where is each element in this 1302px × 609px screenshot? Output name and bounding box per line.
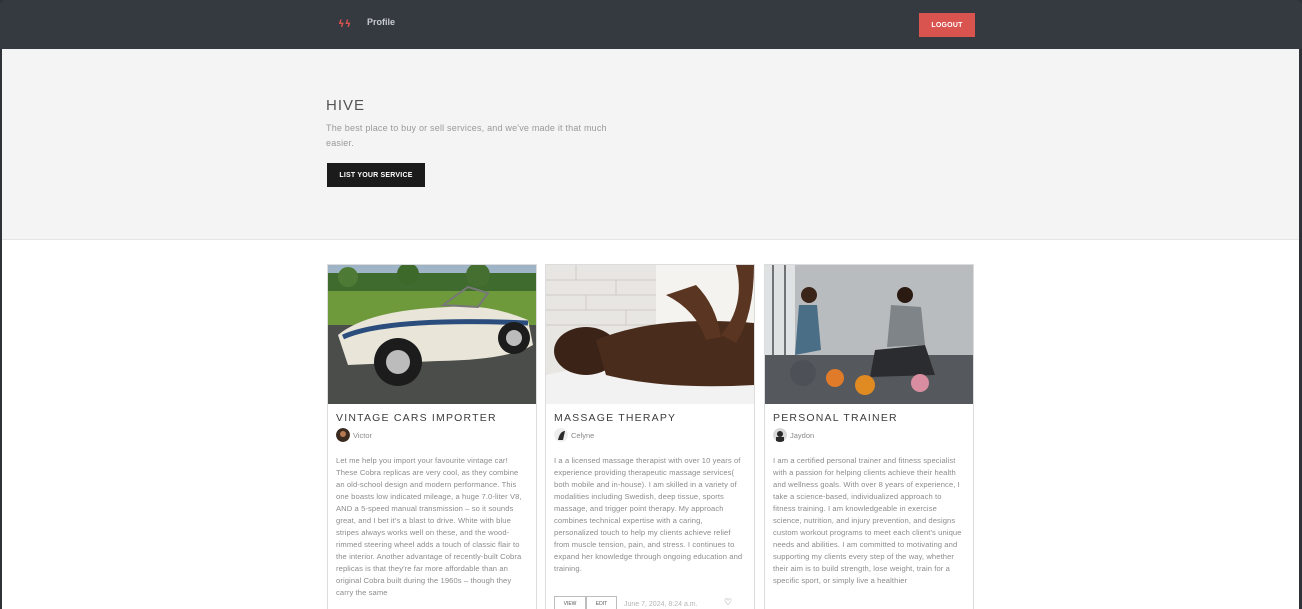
service-card[interactable]: PERSONAL TRAINER Jaydon I am a certified…: [764, 264, 974, 609]
avatar: [336, 428, 350, 442]
author-name[interactable]: Celyne: [571, 431, 594, 440]
card-description: Let me help you import your favourite vi…: [336, 456, 522, 597]
view-button[interactable]: VIEW: [554, 596, 586, 609]
car-photo[interactable]: [328, 265, 536, 404]
author-name[interactable]: Jaydon: [790, 431, 814, 440]
card-date: June 7, 2024, 8:24 a.m.: [624, 601, 698, 608]
brand-logo-icon[interactable]: ϟϟ: [338, 19, 351, 31]
page-title: HIVE: [326, 97, 366, 114]
card-title[interactable]: MASSAGE THERAPY: [554, 412, 676, 424]
trainer-photo[interactable]: [765, 265, 973, 404]
edit-button[interactable]: EDIT: [586, 596, 617, 609]
author-name[interactable]: Victor: [353, 431, 372, 440]
logout-button[interactable]: LOGOUT: [919, 13, 975, 37]
card-description: I a a licensed massage therapist with ov…: [554, 456, 743, 573]
card-title[interactable]: VINTAGE CARS IMPORTER: [336, 412, 497, 424]
nav-profile-link[interactable]: Profile: [367, 17, 395, 27]
hero-subtitle: The best place to buy or sell services, …: [326, 123, 607, 148]
card-title[interactable]: PERSONAL TRAINER: [773, 412, 898, 424]
hero-section: HIVE The best place to buy or sell servi…: [2, 49, 1299, 240]
avatar: [773, 428, 787, 442]
top-navbar: ϟϟ Profile LOGOUT: [0, 0, 1302, 49]
card-description: I am a certified personal trainer and fi…: [773, 456, 962, 585]
service-card[interactable]: VINTAGE CARS IMPORTER Victor Let me help…: [327, 264, 537, 609]
avatar: [554, 428, 568, 442]
main-content: HIVE The best place to buy or sell servi…: [2, 49, 1299, 609]
list-service-button[interactable]: LIST YOUR SERVICE: [327, 163, 425, 187]
service-card[interactable]: MASSAGE THERAPY Celyne I a a licensed ma…: [545, 264, 755, 609]
heart-icon[interactable]: ♡: [724, 598, 732, 608]
massage-photo[interactable]: [546, 265, 754, 404]
